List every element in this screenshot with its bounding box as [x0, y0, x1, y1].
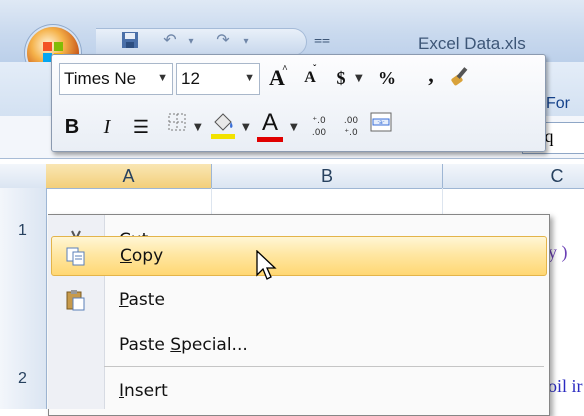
font-color-icon: A	[261, 109, 278, 136]
row-header-2[interactable]: 2	[18, 370, 27, 388]
chevron-down-icon: ▼	[157, 72, 168, 84]
paint-bucket-icon	[211, 113, 235, 139]
window-title: Excel Data.xls	[418, 34, 526, 53]
increase-decimal-button[interactable]: ⁺.0 .00	[304, 112, 334, 142]
borders-icon	[168, 113, 186, 131]
currency-button[interactable]: $	[326, 63, 356, 93]
font-color-button[interactable]: A	[255, 108, 285, 142]
chevron-down-icon[interactable]: ▼	[290, 122, 298, 133]
fill-color-button[interactable]	[208, 110, 238, 140]
merge-cells-icon: ·a·	[370, 112, 392, 132]
menu-item-paste[interactable]: Paste	[51, 281, 545, 319]
chevron-down-icon[interactable]: ▼	[194, 122, 202, 133]
tab-formulas[interactable]: For	[546, 95, 570, 113]
save-icon[interactable]	[120, 30, 140, 50]
menu-item-copy[interactable]: Copy	[51, 236, 547, 276]
row-header-1[interactable]: 1	[18, 222, 27, 240]
menu-item-label-rest: nsert	[124, 381, 168, 401]
mouse-pointer-icon	[256, 250, 277, 280]
menu-item-mnemonic: C	[120, 246, 132, 266]
percent-button[interactable]: %	[372, 63, 402, 93]
fill-color-bar	[211, 134, 235, 139]
font-size-value: 12	[181, 69, 200, 88]
font-size-select[interactable]: 12 ▼	[176, 63, 260, 95]
merge-center-button[interactable]: ·a·	[366, 112, 396, 142]
borders-button[interactable]	[162, 112, 192, 142]
svg-text:·a·: ·a·	[377, 119, 385, 126]
menu-separator	[104, 366, 544, 367]
grow-font-button[interactable]: A ^	[262, 63, 292, 93]
menu-item-mnemonic: S	[170, 335, 182, 355]
menu-item-label-rest: aste	[128, 290, 165, 310]
undo-icon[interactable]: ↶	[160, 30, 180, 50]
font-name-select[interactable]: Times Ne ▼	[59, 63, 173, 95]
chevron-down-icon[interactable]: ▼	[242, 122, 250, 133]
column-separator[interactable]	[442, 164, 443, 188]
decrease-decimal-icon: .00 ⁺.0	[343, 116, 359, 138]
undo-dropdown-icon[interactable]: ▾	[181, 32, 201, 52]
chevron-down-icon: ▼	[244, 72, 255, 84]
bold-button[interactable]: B	[57, 112, 87, 142]
redo-icon[interactable]: ↷	[213, 30, 233, 50]
redo-dropdown-icon[interactable]: ▾	[236, 32, 256, 52]
paste-icon	[64, 289, 86, 311]
menu-item-label: Paste	[119, 335, 171, 355]
column-header-c[interactable]: C	[530, 164, 584, 188]
caret-up-icon: ^	[282, 64, 288, 75]
menu-item-insert[interactable]: Insert	[51, 372, 545, 410]
comma-style-button[interactable]: ,	[416, 60, 446, 90]
increase-decimal-icon: ⁺.0 .00	[311, 116, 327, 138]
italic-button[interactable]: I	[92, 112, 122, 142]
menu-item-label-rest: pecial...	[181, 335, 248, 355]
chevron-down-icon[interactable]: ▼	[355, 73, 363, 84]
copy-icon	[65, 245, 87, 267]
customize-qat-icon[interactable]: ⩵	[312, 30, 332, 50]
menu-item-paste-special[interactable]: Paste Special...	[51, 326, 545, 364]
format-painter-icon	[451, 67, 468, 86]
align-center-icon: ☰	[132, 117, 150, 137]
column-header-a[interactable]: A	[46, 164, 211, 188]
center-align-button[interactable]: ☰	[126, 112, 156, 142]
caret-down-icon: ˇ	[313, 64, 317, 75]
format-painter-button[interactable]	[447, 63, 477, 93]
menu-item-mnemonic: P	[119, 290, 129, 310]
font-color-bar	[257, 137, 283, 142]
decrease-decimal-button[interactable]: .00 ⁺.0	[336, 112, 366, 142]
shrink-font-button[interactable]: Aˇ	[295, 63, 325, 93]
font-name-value: Times Ne	[64, 69, 137, 88]
cell-c2[interactable]: oil ir	[548, 376, 583, 397]
column-header-b[interactable]: B	[212, 164, 442, 188]
menu-item-label-rest: opy	[131, 246, 164, 266]
cell-c1[interactable]: y )	[548, 242, 568, 263]
